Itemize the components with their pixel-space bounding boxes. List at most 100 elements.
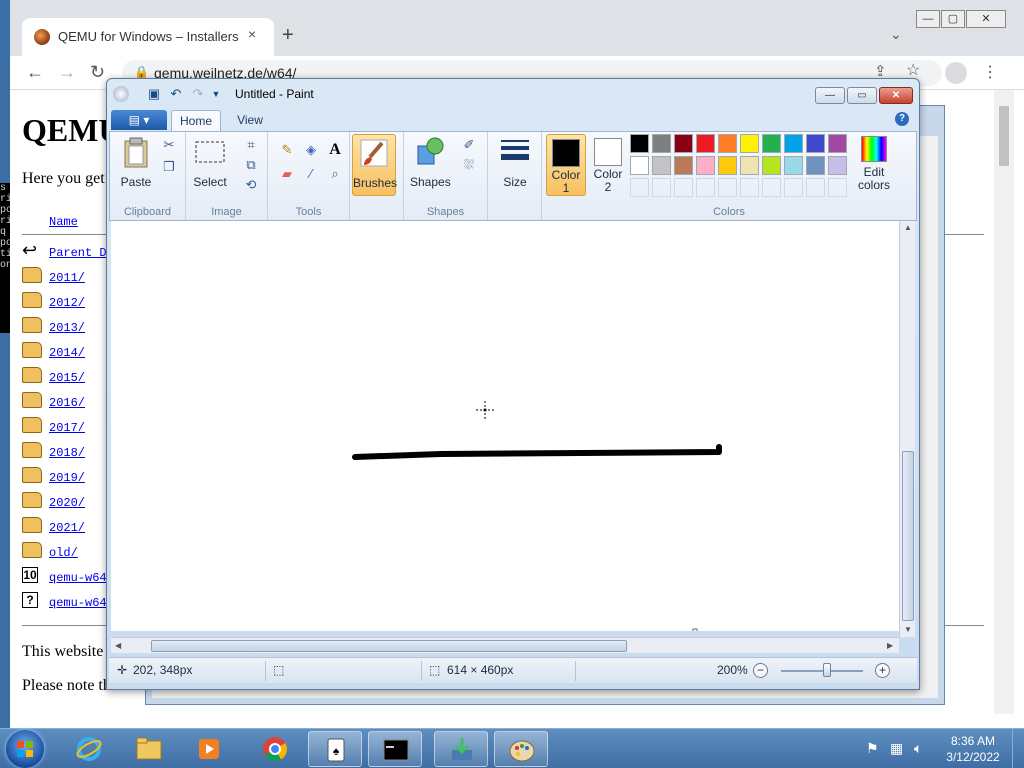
start-button[interactable] [6,730,44,768]
palette-swatch[interactable] [674,134,693,153]
palette-swatch[interactable] [740,178,759,197]
canvas-drawing[interactable] [111,221,903,631]
magnifier-icon[interactable]: ⌕ [326,164,344,182]
chrome-menu-icon[interactable]: ⋮ [982,62,998,82]
palette-swatch[interactable] [718,178,737,197]
directory-link[interactable]: 2015/ [49,371,85,385]
vertical-scroll-thumb[interactable] [902,451,914,621]
palette-swatch[interactable] [828,178,847,197]
chrome-vertical-scrollbar[interactable] [994,90,1014,714]
profile-avatar-icon[interactable] [945,62,967,84]
chrome-minimize-button[interactable]: — [916,10,940,28]
scroll-up-icon[interactable]: ▲ [904,223,912,232]
palette-swatch[interactable] [806,134,825,153]
palette-swatch[interactable] [696,178,715,197]
directory-link[interactable]: 2021/ [49,521,85,535]
palette-swatch[interactable] [652,134,671,153]
select-button[interactable]: Select [190,136,230,189]
palette-swatch[interactable] [652,156,671,175]
directory-link[interactable]: 2011/ [49,271,85,285]
paint-maximize-button[interactable]: ▭ [847,87,877,104]
palette-swatch[interactable] [806,178,825,197]
palette-swatch[interactable] [740,134,759,153]
fill-icon[interactable]: ⛆ [460,156,478,174]
drawing-canvas[interactable] [111,221,903,631]
reload-icon[interactable]: ↻ [90,62,105,83]
crop-icon[interactable]: ⌗ [242,136,260,154]
taskbar-paint[interactable] [494,731,548,767]
column-name-sort-link[interactable]: Name [49,215,78,229]
palette-swatch[interactable] [696,134,715,153]
lock-icon[interactable]: 🔒 [134,65,149,79]
paint-menu-button[interactable]: ▤ ▾ [111,110,167,130]
directory-link[interactable]: old/ [49,546,78,560]
chrome-close-button[interactable]: ✕ [966,10,1006,28]
taskbar-solitaire[interactable]: ♠ [308,731,362,767]
horizontal-scroll-thumb[interactable] [151,640,627,652]
scroll-left-icon[interactable]: ◀ [115,641,121,650]
palette-swatch[interactable] [630,178,649,197]
back-arrow-icon[interactable]: ← [26,62,44,83]
canvas-vertical-scrollbar[interactable]: ▲ ▼ [899,221,915,637]
palette-swatch[interactable] [784,156,803,175]
palette-swatch[interactable] [652,178,671,197]
palette-swatch[interactable] [784,178,803,197]
tab-view[interactable]: View [225,110,275,131]
palette-swatch[interactable] [674,156,693,175]
directory-link[interactable]: 2018/ [49,446,85,460]
quick-access-dropdown-icon[interactable]: ▼ [207,85,225,103]
volume-icon[interactable]: 🔈︎ [914,740,922,757]
scroll-down-icon[interactable]: ▼ [904,625,912,634]
canvas-horizontal-scrollbar[interactable]: ◀ ▶ [111,637,899,653]
resize-icon[interactable]: ⧉ [242,156,260,174]
zoom-slider[interactable] [781,670,863,672]
directory-link[interactable]: 2013/ [49,321,85,335]
palette-swatch[interactable] [828,156,847,175]
color-picker-icon[interactable]: ⁄ [302,164,320,182]
directory-link[interactable]: 2019/ [49,471,85,485]
tab-close-icon[interactable]: × [248,26,256,42]
edit-colors-button[interactable]: Edit colors [850,136,898,192]
paint-app-icon[interactable] [113,86,129,102]
palette-swatch[interactable] [762,178,781,197]
palette-swatch[interactable] [740,156,759,175]
taskbar-internet-explorer[interactable] [62,731,116,767]
copy-icon[interactable]: ❐ [160,158,178,176]
forward-arrow-icon[interactable]: → [58,62,76,83]
palette-swatch[interactable] [828,134,847,153]
size-button[interactable]: Size [495,136,535,189]
outline-icon[interactable]: ✐ [460,136,478,154]
tab-search-icon[interactable]: ⌄ [890,26,902,43]
chrome-tab[interactable]: QEMU for Windows – Installers ( × [22,18,274,56]
paint-minimize-button[interactable]: — [815,87,845,104]
canvas-resize-handle[interactable] [692,628,698,631]
clock-date[interactable]: 3/12/2022 [940,750,1006,764]
palette-swatch[interactable] [696,156,715,175]
taskbar-network-installer[interactable] [434,731,488,767]
palette-swatch[interactable] [784,134,803,153]
chrome-scroll-thumb[interactable] [999,106,1009,166]
palette-swatch[interactable] [762,156,781,175]
directory-link[interactable]: 2014/ [49,346,85,360]
palette-swatch[interactable] [674,178,693,197]
tab-home[interactable]: Home [171,110,221,131]
scroll-right-icon[interactable]: ▶ [887,641,893,650]
undo-icon[interactable]: ↶ [167,85,185,103]
directory-link[interactable]: 2012/ [49,296,85,310]
directory-link[interactable]: qemu-w64 [49,571,107,585]
directory-link[interactable]: Parent D [49,246,107,260]
fill-bucket-icon[interactable]: ◈ [302,140,320,158]
show-desktop-button[interactable] [1012,729,1024,768]
taskbar-file-explorer[interactable] [122,731,176,767]
rotate-icon[interactable]: ⟲ [242,176,260,194]
palette-swatch[interactable] [718,156,737,175]
chrome-maximize-button[interactable]: ▢ [941,10,965,28]
directory-link[interactable]: 2020/ [49,496,85,510]
color2-button[interactable]: Color 2 [588,134,628,196]
cut-icon[interactable]: ✂ [160,136,178,154]
network-icon[interactable]: ▦ [890,740,903,757]
shapes-button[interactable]: Shapes [410,136,451,189]
palette-swatch[interactable] [718,134,737,153]
taskbar-media-player[interactable] [182,731,236,767]
paste-button[interactable]: Paste [116,136,156,189]
